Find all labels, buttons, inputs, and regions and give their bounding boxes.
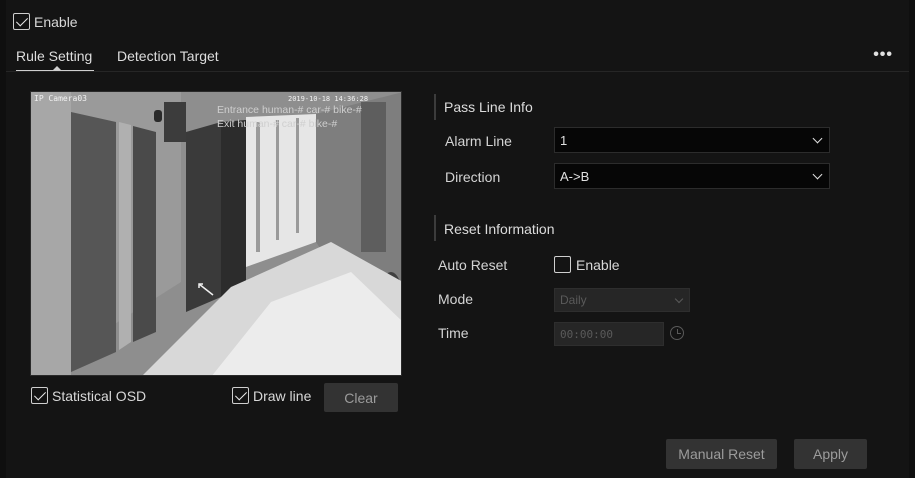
auto-reset-enable-checkbox[interactable]: Enable <box>554 256 620 273</box>
statistical-osd-check-icon[interactable] <box>31 387 48 404</box>
active-tab-caret-icon <box>52 66 62 71</box>
draw-line-checkbox[interactable]: Draw line <box>232 387 311 404</box>
mode-value: Daily <box>560 293 587 307</box>
direction-value: A->B <box>560 168 590 184</box>
more-options-icon[interactable]: ••• <box>873 46 893 64</box>
tab-divider <box>6 71 909 72</box>
enable-checkbox[interactable]: Enable <box>13 13 78 30</box>
alarm-line-value: 1 <box>560 132 568 148</box>
camera-timestamp-overlay: 2019-10-18 14:36:28 <box>288 95 369 103</box>
apply-button[interactable]: Apply <box>794 439 867 469</box>
time-input: 00:00:00 <box>554 322 664 346</box>
direction-select[interactable]: A->B <box>554 163 830 189</box>
time-label: Time <box>438 325 469 341</box>
clear-button[interactable]: Clear <box>324 383 398 412</box>
exit-count-overlay: Exit human-# car-# bike-# <box>217 118 338 130</box>
tab-detection-target[interactable]: Detection Target <box>117 48 219 64</box>
alarm-line-select[interactable]: 1 <box>554 127 830 153</box>
manual-reset-button[interactable]: Manual Reset <box>666 439 777 469</box>
auto-reset-enable-label: Enable <box>576 256 620 273</box>
pass-line-section-bar <box>434 94 436 120</box>
statistical-osd-checkbox[interactable]: Statistical OSD <box>31 387 146 404</box>
direction-label: Direction <box>445 169 501 185</box>
settings-panel: Enable Rule Setting Detection Target ••• <box>6 0 909 478</box>
camera-scene <box>31 92 401 375</box>
alarm-line-label: Alarm Line <box>445 133 512 149</box>
clock-icon <box>670 326 684 340</box>
tab-rule-setting[interactable]: Rule Setting <box>16 48 92 64</box>
chevron-down-icon <box>812 169 823 179</box>
enable-label: Enable <box>34 13 78 30</box>
enable-check-icon[interactable] <box>13 13 30 30</box>
camera-preview[interactable]: IP Camera03 2019-10-18 14:36:28 Entrance… <box>30 91 402 376</box>
chevron-down-icon <box>812 133 823 143</box>
mode-label: Mode <box>438 291 474 307</box>
entrance-count-overlay: Entrance human-# car-# bike-# <box>217 104 362 116</box>
pass-line-title: Pass Line Info <box>444 99 533 115</box>
camera-name-overlay: IP Camera03 <box>34 94 87 103</box>
auto-reset-check-icon[interactable] <box>554 256 571 273</box>
statistical-osd-label: Statistical OSD <box>52 387 147 404</box>
reset-section-bar <box>434 215 436 241</box>
mode-select: Daily <box>554 288 690 312</box>
draw-line-check-icon[interactable] <box>232 387 249 404</box>
reset-information-title: Reset Information <box>444 221 555 237</box>
auto-reset-label: Auto Reset <box>438 257 508 273</box>
draw-line-label: Draw line <box>253 387 312 404</box>
chevron-down-icon <box>674 294 684 303</box>
